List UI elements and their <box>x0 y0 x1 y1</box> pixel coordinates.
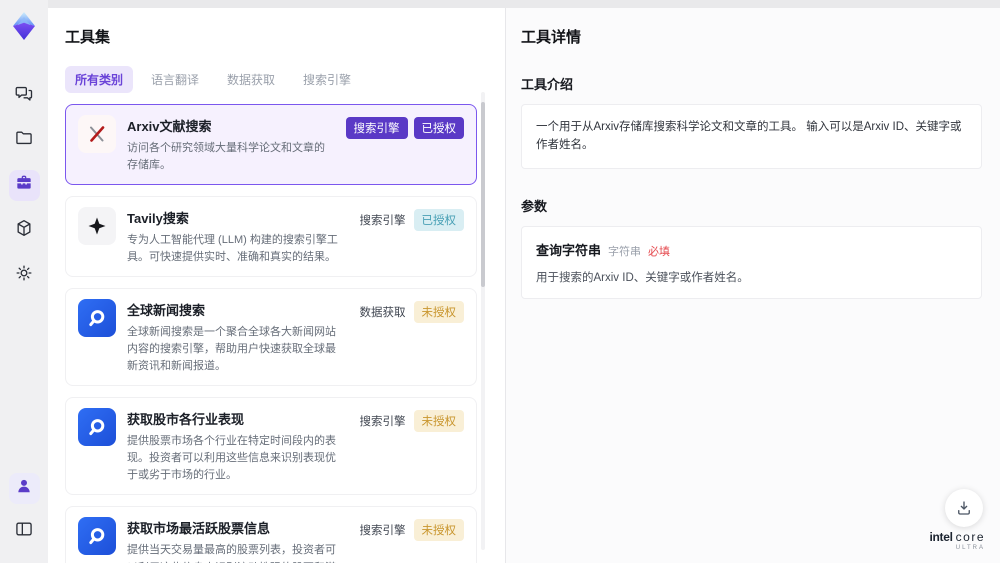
app-logo <box>8 10 40 42</box>
tool-description: 访问各个研究领域大量科学论文和文章的存储库。 <box>127 142 325 172</box>
intro-text: 一个用于从Arxiv存储库搜索科学论文和文章的工具。 输入可以是Arxiv ID… <box>536 121 962 152</box>
tool-list-panel: 工具集 所有类别 语言翻译 数据获取 搜索引擎 Arxiv文献搜索 访问各个研究领域大量… <box>48 8 505 563</box>
param-type: 字符串 <box>608 245 642 258</box>
tab-1[interactable]: 语言翻译 <box>141 66 209 93</box>
tool-card-2[interactable]: 全球新闻搜索全球新闻搜索是一个聚合全球各大新闻网站内容的搜索引擎，帮助用户快速获… <box>65 288 477 387</box>
status-badge: 已授权 <box>413 209 464 232</box>
toolbox-icon <box>14 173 34 198</box>
tool-badges: 搜索引擎 已授权 <box>345 115 464 174</box>
user-icon <box>14 476 34 501</box>
tool-info: Tavily搜索专为人工智能代理 (LLM) 构建的搜索引擎工具。可快速提供实时… <box>127 207 347 266</box>
category-badge: 搜索引擎 <box>345 117 408 139</box>
tool-card-0[interactable]: Arxiv文献搜索访问各个研究领域大量科学论文和文章的存储库。 搜索引擎 已授权 <box>65 104 477 186</box>
sidebar-item-folder[interactable] <box>9 125 40 156</box>
brand-core: core <box>955 530 985 544</box>
tool-card-3[interactable]: 获取股市各行业表现提供股票市场各个行业在特定时间段内的表现。投资者可以利用这些信… <box>65 397 477 496</box>
panel-icon <box>14 519 34 544</box>
sidebar-item-panel[interactable] <box>9 516 40 547</box>
bluesearch-icon <box>78 408 116 447</box>
cube-icon <box>14 218 34 243</box>
tavily-icon <box>78 207 116 246</box>
param-required-badge: 必填 <box>648 245 671 258</box>
category-label: 搜索引擎 <box>359 416 406 429</box>
tool-info: 全球新闻搜索全球新闻搜索是一个聚合全球各大新闻网站内容的搜索引擎，帮助用户快速获… <box>127 299 347 375</box>
download-icon <box>958 501 970 515</box>
tab-2[interactable]: 数据获取 <box>217 66 285 93</box>
tool-badges: 数据获取 未授权 <box>358 299 464 375</box>
tool-badges: 搜索引擎 未授权 <box>358 408 464 484</box>
download-button[interactable] <box>945 489 983 527</box>
sidebar-item-toolbox[interactable] <box>8 170 40 201</box>
tool-name: Tavily搜索 <box>127 211 189 227</box>
tool-name: 获取市场最活跃股票信息 <box>127 521 271 537</box>
sidebar-item-cube[interactable] <box>9 215 40 246</box>
tool-description: 全球新闻搜索是一个聚合全球各大新闻网站内容的搜索引擎，帮助用户快速获取全球最新资… <box>127 326 336 373</box>
status-badge: 未授权 <box>413 301 464 324</box>
bluesearch-icon <box>78 299 116 338</box>
tool-description: 提供当天交易量最高的股票列表，投资者可以利用这些信息来识别流动性强的股票和潜在的… <box>127 544 336 563</box>
tab-0[interactable]: 所有类别 <box>65 66 134 93</box>
status-badge: 已授权 <box>413 117 464 139</box>
folder-icon <box>14 128 34 153</box>
category-label: 搜索引擎 <box>359 215 406 228</box>
status-badge: 未授权 <box>413 519 464 542</box>
tool-info: 获取市场最活跃股票信息提供当天交易量最高的股票列表，投资者可以利用这些信息来识别… <box>127 517 347 563</box>
tab-3[interactable]: 搜索引擎 <box>293 66 361 93</box>
sidebar-item-chat[interactable] <box>9 80 40 111</box>
intel-core-logo: intel core Ultra <box>929 531 985 551</box>
list-scrollbar-track[interactable] <box>481 92 485 550</box>
param-box: 查询字符串 字符串 必填 用于搜索的Arxiv ID、关键字或作者姓名。 <box>521 225 982 299</box>
tool-name: 全球新闻搜索 <box>127 303 206 319</box>
param-description: 用于搜索的Arxiv ID、关键字或作者姓名。 <box>536 271 749 284</box>
brand-intel: intel <box>929 530 953 544</box>
intro-box: 一个用于从Arxiv存储库搜索科学论文和文章的工具。 输入可以是Arxiv ID… <box>521 104 982 169</box>
tool-list: Arxiv文献搜索 访问各个研究领域大量科学论文和文章的存储库。 搜索引擎 已授权 Ta… <box>65 104 477 563</box>
tool-badges: 搜索引擎 已授权 <box>358 207 464 266</box>
param-name: 查询字符串 <box>536 242 602 258</box>
page-title: 工具集 <box>65 29 111 46</box>
category-label: 搜索引擎 <box>359 525 406 538</box>
arxiv-icon <box>78 115 116 153</box>
list-scrollbar-thumb[interactable] <box>481 102 485 287</box>
status-badge: 未授权 <box>413 410 464 433</box>
detail-title: 工具详情 <box>521 29 582 46</box>
sidebar-item-user[interactable] <box>8 473 40 504</box>
tool-description: 提供股票市场各个行业在特定时间段内的表现。投资者可以利用这些信息来识别表现优于或… <box>127 435 336 482</box>
intro-heading: 工具介绍 <box>521 77 574 92</box>
tool-name: Arxiv文献搜索 <box>127 119 212 134</box>
tool-card-4[interactable]: 获取市场最活跃股票信息提供当天交易量最高的股票列表，投资者可以利用这些信息来识别… <box>65 506 477 563</box>
tool-name: 获取股市各行业表现 <box>127 412 245 428</box>
tool-info: 获取股市各行业表现提供股票市场各个行业在特定时间段内的表现。投资者可以利用这些信… <box>127 408 347 484</box>
tool-detail-panel: 工具详情 工具介绍 一个用于从Arxiv存储库搜索科学论文和文章的工具。 输入可… <box>505 8 1000 563</box>
tool-badges: 搜索引擎 未授权 <box>358 517 464 563</box>
settings-icon <box>14 263 34 288</box>
sidebar-item-settings[interactable] <box>9 260 40 291</box>
tool-info: Arxiv文献搜索访问各个研究领域大量科学论文和文章的存储库。 <box>127 115 335 174</box>
category-tabs: 所有类别 语言翻译 数据获取 搜索引擎 <box>65 66 505 93</box>
category-label: 数据获取 <box>359 307 406 320</box>
bluesearch-icon <box>78 517 116 556</box>
sidebar-rail <box>0 0 48 563</box>
tool-description: 专为人工智能代理 (LLM) 构建的搜索引擎工具。可快速提供实时、准确和真实的结… <box>127 234 338 264</box>
chat-icon <box>14 83 34 108</box>
brand-ultra: Ultra <box>955 545 985 551</box>
tool-card-1[interactable]: Tavily搜索专为人工智能代理 (LLM) 构建的搜索引擎工具。可快速提供实时… <box>65 196 477 278</box>
params-heading: 参数 <box>521 198 548 214</box>
